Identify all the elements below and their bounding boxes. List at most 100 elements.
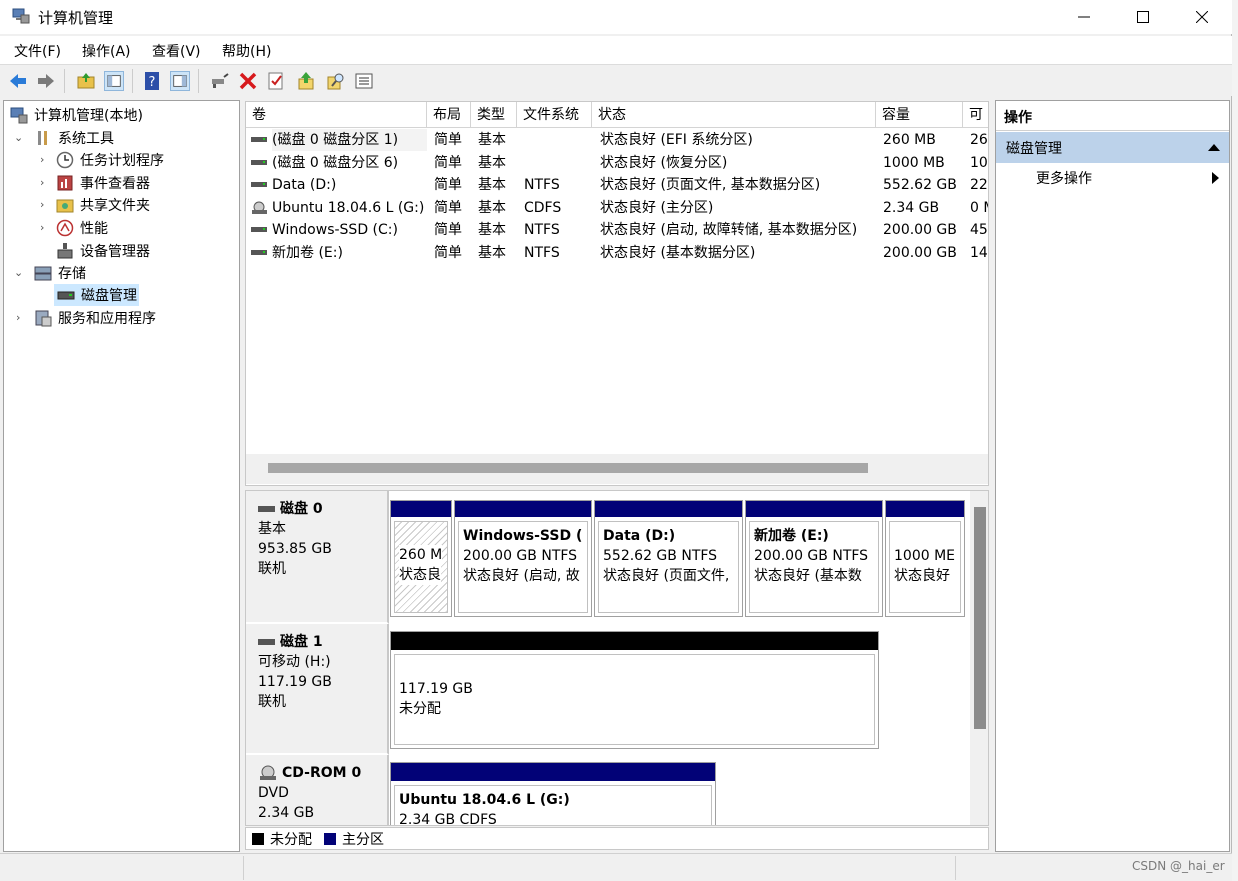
minimize-icon: [1078, 16, 1090, 18]
close-button[interactable]: [1173, 0, 1231, 34]
disk-icon: [251, 159, 267, 165]
partition-title: Windows-SSD (: [463, 528, 583, 544]
volume-cell-type: 基本: [478, 154, 506, 171]
chevron-right-icon[interactable]: ›: [16, 311, 20, 324]
tree-item-event-viewer[interactable]: 事件查看器: [56, 172, 150, 194]
computer-management-icon: [10, 107, 28, 124]
partition-new-volume-e[interactable]: 新加卷 (E:) 200.00 GB NTFS 状态良好 (基本数: [745, 500, 883, 617]
delete-icon[interactable]: [238, 71, 258, 91]
clock-icon: [56, 151, 74, 169]
volume-row[interactable]: Ubuntu 18.04.6 L (G:) 简单 基本 CDFS 状态良好 (主分区) 2…: [246, 197, 988, 219]
volume-cell-status: 状态良好 (页面文件, 基本数据分区): [600, 177, 821, 193]
partition-data-d[interactable]: Data (D:) 552.62 GB NTFS 状态良好 (页面文件,: [594, 500, 743, 617]
chevron-right-icon[interactable]: ›: [40, 153, 44, 166]
volume-cell-fs: [524, 129, 590, 151]
volume-row[interactable]: Windows-SSD (C:) 简单 基本 NTFS 状态良好 (启动, 故障转储, …: [246, 219, 988, 241]
properties-icon[interactable]: [266, 71, 286, 91]
chevron-right-icon[interactable]: ›: [40, 221, 44, 234]
connect-icon[interactable]: [210, 71, 230, 91]
column-header-status[interactable]: 状态: [592, 102, 876, 128]
chevron-down-icon[interactable]: ⌄: [14, 266, 23, 279]
partition-efi[interactable]: 260 M 状态良: [390, 500, 452, 617]
import-up-icon[interactable]: [296, 71, 316, 91]
tree-item-label: 共享文件夹: [80, 198, 150, 214]
column-header-free[interactable]: 可: [963, 102, 988, 128]
column-header-type[interactable]: 类型: [471, 102, 517, 128]
more-actions-item[interactable]: 更多操作: [996, 164, 1229, 192]
partition-windows-ssd[interactable]: Windows-SSD ( 200.00 GB NTFS 状态良好 (启动, 故: [454, 500, 592, 617]
disk-name: 磁盘 0: [280, 501, 323, 517]
tree-item-services[interactable]: 服务和应用程序: [34, 307, 156, 329]
forward-arrow-icon[interactable]: [36, 71, 56, 91]
unallocated-swatch: [252, 832, 264, 845]
volume-cell-free: 45: [970, 222, 988, 238]
vertical-scrollbar-thumb[interactable]: [974, 507, 986, 729]
volume-cell-layout: 简单: [434, 244, 462, 261]
horizontal-scrollbar-thumb[interactable]: [268, 463, 868, 473]
search-icon[interactable]: [326, 71, 346, 91]
show-hide-console-tree-icon[interactable]: [104, 71, 124, 91]
menu-view[interactable]: 查看(V): [152, 41, 201, 61]
vertical-scrollbar[interactable]: [970, 491, 988, 825]
tree-item-device-manager[interactable]: 设备管理器: [56, 240, 150, 262]
legend: 未分配 主分区: [245, 827, 989, 850]
tree-item-label: 存储: [58, 266, 86, 282]
disk-icon: [251, 227, 267, 232]
disk-0-label[interactable]: 磁盘 0 基本 953.85 GB 联机: [246, 491, 389, 624]
column-header-volume[interactable]: 卷: [246, 102, 427, 128]
disk-icon: [251, 137, 267, 142]
volume-cell-layout: 简单: [434, 154, 462, 171]
help-icon[interactable]: ?: [142, 71, 162, 91]
partition-size: 117.19 GB: [399, 681, 473, 697]
tree-item-performance[interactable]: 性能: [56, 217, 108, 239]
actions-section-label: 磁盘管理: [1006, 141, 1062, 157]
partition-unallocated[interactable]: 117.19 GB 未分配: [390, 631, 879, 749]
list-view-icon[interactable]: [354, 71, 374, 91]
volume-row[interactable]: (磁盘 0 磁盘分区 1) 简单 基本 状态良好 (EFI 系统分区) 260 MB 26: [246, 129, 988, 151]
volume-cell-name: (磁盘 0 磁盘分区 6): [272, 154, 399, 171]
column-header-capacity[interactable]: 容量: [876, 102, 963, 128]
cdrom-0-label[interactable]: CD-ROM 0 DVD 2.34 GB: [246, 755, 389, 825]
back-arrow-icon[interactable]: [8, 71, 28, 91]
partition-recovery[interactable]: 1000 ME 状态良好: [885, 500, 965, 617]
maximize-button[interactable]: [1114, 0, 1172, 34]
disk-1-label[interactable]: 磁盘 1 可移动 (H:) 117.19 GB 联机: [246, 624, 389, 755]
chevron-right-icon[interactable]: ›: [40, 198, 44, 211]
tree-item-system-tools[interactable]: 系统工具: [34, 127, 114, 149]
toolbar-separator: [198, 69, 199, 93]
volume-cell-fs: [524, 152, 590, 174]
tree-item-shared-folders[interactable]: 共享文件夹: [56, 194, 150, 216]
chevron-right-icon[interactable]: ›: [40, 176, 44, 189]
close-icon: [1196, 11, 1208, 23]
tree-item-label: 磁盘管理: [81, 288, 137, 304]
actions-section-disk-management[interactable]: 磁盘管理: [996, 132, 1229, 163]
horizontal-scrollbar[interactable]: [246, 454, 988, 484]
partition-title: Data (D:): [603, 528, 676, 544]
tree-item-storage[interactable]: 存储: [34, 262, 86, 284]
disk-icon: [258, 639, 275, 645]
menu-help[interactable]: 帮助(H): [222, 41, 271, 61]
volume-row[interactable]: 新加卷 (E:) 简单 基本 NTFS 状态良好 (基本数据分区) 200.00 GB 14: [246, 242, 988, 264]
volume-cell-name: 新加卷 (E:): [272, 244, 343, 261]
volume-cell-name: Windows-SSD (C:): [272, 222, 398, 238]
tree-item-task-scheduler[interactable]: 任务计划程序: [56, 149, 164, 171]
disk-name: CD-ROM 0: [282, 765, 362, 781]
column-header-filesystem[interactable]: 文件系统: [517, 102, 592, 128]
partition-status: 状态良好 (页面文件,: [603, 568, 730, 584]
tree-item-root[interactable]: 计算机管理(本地): [10, 104, 143, 126]
volume-cell-name: Ubuntu 18.04.6 L (G:): [272, 199, 425, 216]
menu-file[interactable]: 文件(F): [14, 41, 61, 61]
up-folder-icon[interactable]: [76, 71, 96, 91]
minimize-button[interactable]: [1055, 0, 1113, 34]
chevron-down-icon[interactable]: ⌄: [14, 131, 23, 144]
collapse-up-icon[interactable]: [1208, 144, 1220, 151]
show-hide-action-pane-icon[interactable]: [170, 71, 190, 91]
volume-row[interactable]: Data (D:) 简单 基本 NTFS 状态良好 (页面文件, 基本数据分区) 552.…: [246, 174, 988, 196]
tree-item-disk-management[interactable]: 磁盘管理: [54, 284, 139, 306]
tree-item-label: 事件查看器: [80, 176, 150, 192]
event-viewer-icon: [57, 175, 73, 191]
menu-action[interactable]: 操作(A): [82, 41, 131, 61]
partition-ubuntu-g[interactable]: Ubuntu 18.04.6 L (G:) 2.34 GB CDFS: [390, 762, 716, 825]
volume-row[interactable]: (磁盘 0 磁盘分区 6) 简单 基本 状态良好 (恢复分区) 1000 MB 10: [246, 152, 988, 174]
column-header-layout[interactable]: 布局: [427, 102, 471, 128]
